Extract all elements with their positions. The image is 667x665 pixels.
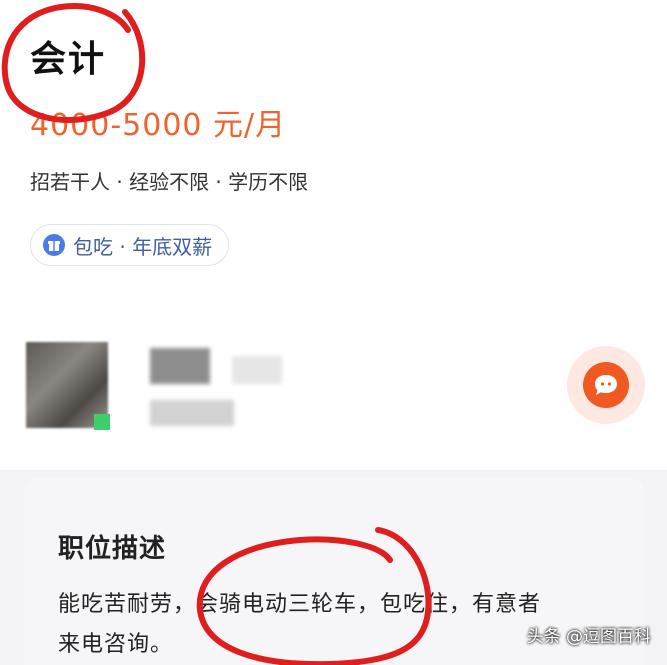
job-description-line-1: 能吃苦耐劳，会骑电动三轮车，包吃住，有意者 [58, 592, 542, 617]
benefit-tag: 包吃 · 年底双薪 [30, 224, 230, 266]
recruiter-company-blurred [150, 400, 234, 426]
chat-bubble-icon [583, 362, 629, 408]
source-watermark: 头条 @逗图百科 [526, 627, 651, 647]
job-description-heading: 职位描述 [58, 534, 167, 564]
recruiter-name-blurred-2 [232, 356, 282, 384]
job-requirements: 招若干人 · 经验不限 · 学历不限 [30, 170, 309, 194]
salary-range: 4000-5000 元/月 [30, 108, 287, 143]
gift-icon [43, 234, 65, 256]
benefit-label: 包吃 · 年底双薪 [73, 234, 213, 259]
chat-button[interactable] [567, 346, 645, 424]
job-description-line-2: 来电咨询。 [58, 632, 174, 657]
job-title: 会计 [30, 39, 107, 80]
online-status-dot [94, 414, 110, 430]
recruiter-name-blurred [150, 348, 210, 384]
